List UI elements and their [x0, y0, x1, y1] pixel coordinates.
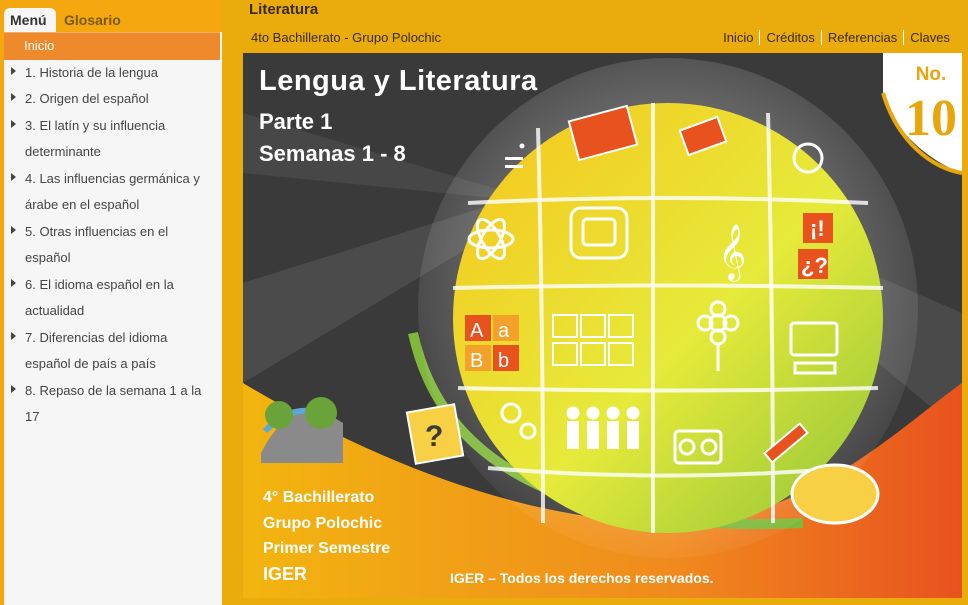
svg-text:A: A: [470, 320, 484, 342]
triangle-bullet-icon: [11, 66, 16, 75]
tab-glosario[interactable]: Glosario: [58, 8, 127, 32]
music-icon: 𝄞: [718, 224, 746, 282]
menu-item-label: 2. Origen del español: [25, 91, 149, 106]
menu-item-label: 3. El latín y su influencia determinante: [25, 117, 166, 160]
cover-group: Grupo Polochic: [263, 515, 383, 532]
nav-referencias[interactable]: Referencias: [820, 30, 903, 45]
menu-item-7[interactable]: 7. Diferencias del idioma español de paí…: [4, 325, 222, 378]
menu-item-5[interactable]: 5. Otras influencias en el español: [4, 219, 222, 272]
header: Literatura 4to Bachillerato - Grupo Polo…: [222, 0, 968, 53]
menu-item-8[interactable]: 8. Repaso de la semana 1 a la 17: [4, 378, 222, 431]
triangle-bullet-icon: [11, 331, 16, 340]
svg-text:B: B: [470, 350, 483, 372]
triangle-bullet-icon: [11, 119, 16, 128]
menu-item-label: 4. Las influencias germánica y árabe en …: [25, 170, 200, 213]
cover-image: No. 10 𝄞 ¡! ¿? AaBb ? Lengua y Literatur…: [243, 53, 962, 598]
triangle-bullet-icon: [11, 225, 16, 234]
menu-item-4[interactable]: 4. Las influencias germánica y árabe en …: [4, 166, 222, 219]
menu-item-1[interactable]: 1. Historia de la lengua: [4, 60, 222, 87]
cover-org: IGER: [263, 564, 308, 584]
menu-list: Inicio 1. Historia de la lengua 2. Orige…: [4, 32, 222, 605]
svg-text:𝄞: 𝄞: [718, 224, 746, 282]
page-subtitle: 4to Bachillerato - Grupo Polochic: [251, 30, 442, 45]
svg-text:a: a: [498, 320, 510, 342]
nav-creditos[interactable]: Créditos: [759, 30, 820, 45]
menu-item-inicio[interactable]: Inicio: [4, 32, 220, 60]
triangle-bullet-icon: [11, 384, 16, 393]
copyright-text: IGER – Todos los derechos reservados.: [450, 570, 714, 586]
cover-semester: Primer Semestre: [263, 540, 391, 557]
menu-item-3[interactable]: 3. El latín y su influencia determinante: [4, 113, 222, 166]
triangle-bullet-icon: [11, 172, 16, 181]
map-icon: [790, 463, 880, 525]
cover-grade: 4° Bachillerato: [263, 489, 375, 506]
sidebar: Menú Glosario Inicio 1. Historia de la l…: [0, 0, 222, 605]
nav-claves[interactable]: Claves: [903, 30, 956, 45]
menu-item-label: 7. Diferencias del idioma español de paí…: [25, 329, 168, 372]
sidebar-tabs: Menú Glosario: [0, 0, 222, 32]
top-nav: Inicio Créditos Referencias Claves: [717, 30, 956, 45]
cover-weeks: Semanas 1 - 8: [259, 141, 406, 166]
menu-item-label: 1. Historia de la lengua: [25, 64, 158, 80]
menu-item-2[interactable]: 2. Origen del español: [4, 86, 222, 113]
tab-menu[interactable]: Menú: [4, 8, 56, 32]
nav-inicio[interactable]: Inicio: [717, 30, 759, 45]
badge-no: No.: [916, 64, 947, 85]
question-book-icon: ?: [405, 403, 465, 465]
svg-text:¡!: ¡!: [810, 216, 825, 241]
menu-item-label: Inicio: [24, 38, 55, 53]
cover-part: Parte 1: [259, 109, 333, 134]
svg-text:¿?: ¿?: [801, 253, 828, 278]
triangle-bullet-icon: [11, 278, 16, 287]
svg-text:b: b: [498, 350, 509, 372]
menu-item-6[interactable]: 6. El idioma español en la actualidad: [4, 272, 222, 325]
page-title: Literatura: [249, 1, 319, 18]
badge-number: 10: [905, 90, 957, 147]
menu-item-label: 6. El idioma español en la actualidad: [25, 276, 174, 319]
menu-item-label: 8. Repaso de la semana 1 a la 17: [25, 382, 202, 425]
triangle-bullet-icon: [11, 93, 16, 101]
menu-item-label: 5. Otras influencias en el español: [25, 223, 169, 266]
svg-text:?: ?: [425, 420, 443, 453]
cover-title: Lengua y Literatura: [259, 65, 538, 97]
